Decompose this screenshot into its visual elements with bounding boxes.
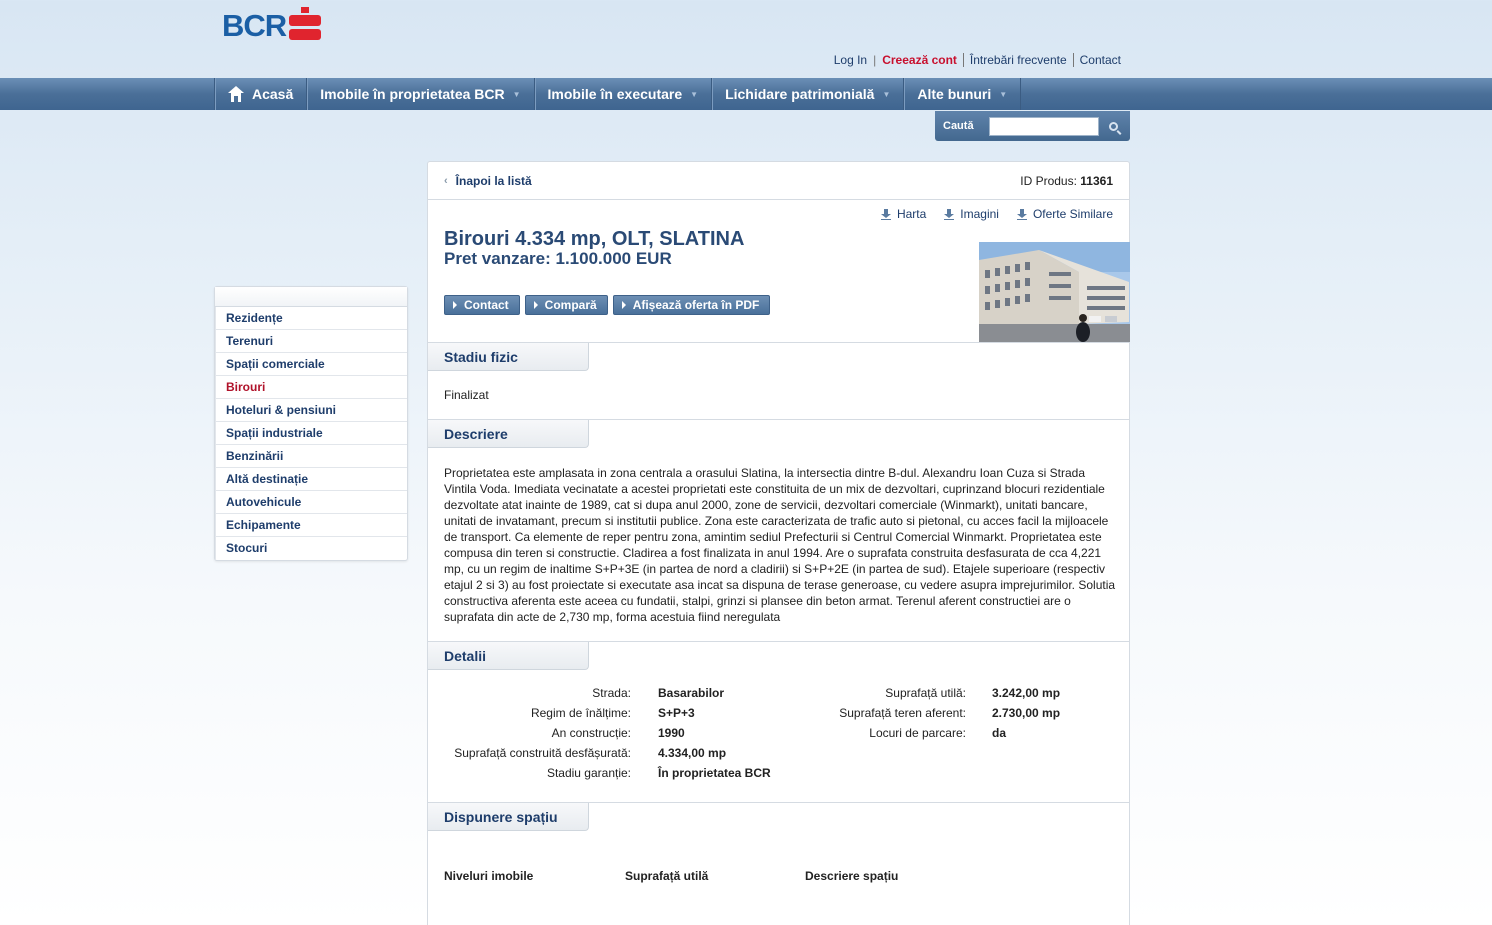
home-icon (228, 86, 244, 102)
section-title-dispunere: Dispunere spațiu (428, 803, 589, 831)
sidebar-item-benzinarii[interactable]: Benzinării (215, 445, 407, 468)
nav-item-label: Imobile în executare (547, 86, 683, 102)
sidebar-item-autovehicule[interactable]: Autovehicule (215, 491, 407, 514)
search-label: Caută (943, 120, 974, 132)
detail-value: S+P+3 (658, 706, 695, 720)
chevron-left-icon: ‹ (444, 174, 448, 187)
product-panel: ‹ Înapoi la listă ID Produs: 11361 Harta… (427, 161, 1130, 925)
stadiu-value: Finalizat (444, 388, 489, 402)
button-label: Afișează oferta în PDF (632, 298, 760, 312)
table-header-area: Suprafață utilă (625, 869, 709, 883)
detail-value: 3.242,00 mp (992, 686, 1061, 700)
description-text: Proprietatea este amplasata in zona cent… (444, 466, 1116, 624)
sidebar-item-rezidente[interactable]: Rezidențe (215, 307, 407, 330)
sidebar-item-spatii-industriale[interactable]: Spații industriale (215, 422, 407, 445)
nav-item-foreclosure[interactable]: Imobile în executare ▼ (535, 78, 713, 110)
table-header-levels: Niveluri imobile (444, 869, 534, 883)
download-icon (880, 208, 891, 220)
nav-item-label: Alte bunuri (917, 86, 992, 102)
chevron-down-icon: ▼ (882, 89, 891, 99)
tool-label: Harta (896, 207, 927, 221)
bcr-logo[interactable]: BCR (222, 6, 322, 46)
contact-button[interactable]: Contact (444, 295, 520, 315)
product-price: Pret vanzare: 1.100.000 EUR (444, 249, 672, 268)
section-title-descriere: Descriere (428, 420, 589, 448)
property-photo[interactable] (979, 242, 1130, 342)
button-label: Compară (544, 298, 597, 312)
pdf-button[interactable]: Afișează oferta în PDF (612, 295, 771, 315)
chevron-down-icon: ▼ (512, 89, 521, 99)
detail-value: 4.334,00 mp (658, 746, 727, 760)
detail-label: Suprafață construită desfășurată: (454, 746, 631, 760)
search-button[interactable] (1101, 114, 1125, 138)
table-header-description: Descriere spațiu (805, 869, 899, 883)
page-title: Birouri 4.334 mp, OLT, SLATINA (444, 228, 745, 250)
sidebar-item-stocuri[interactable]: Stocuri (215, 537, 407, 560)
detail-value: În proprietatea BCR (658, 766, 771, 780)
play-icon (453, 301, 457, 309)
sidebar-item-spatii-comerciale[interactable]: Spații comerciale (215, 353, 407, 376)
nav-item-label: Imobile în proprietatea BCR (320, 86, 505, 102)
play-icon (533, 301, 538, 309)
product-id: ID Produs: 11361 (1020, 174, 1113, 188)
sidebar-item-terenuri[interactable]: Terenuri (215, 330, 407, 353)
tool-label: Oferte Similare (1032, 207, 1113, 221)
product-actions: Contact Compară Afișează oferta în PDF (444, 295, 771, 315)
logo-text: BCR (222, 8, 287, 43)
back-to-list-link[interactable]: ‹ Înapoi la listă (444, 174, 532, 188)
back-label: Înapoi la listă (455, 173, 532, 188)
search-input[interactable] (989, 116, 1099, 136)
similar-offers-link[interactable]: Oferte Similare (1016, 207, 1113, 221)
detail-label: An construcție: (551, 726, 631, 740)
detail-label: Locuri de parcare: (869, 726, 966, 740)
product-id-label: ID Produs: (1020, 173, 1077, 188)
detail-label: Strada: (592, 686, 631, 700)
top-links: Log In | Creează cont Întrebări frecvent… (828, 53, 1127, 67)
back-row: ‹ Înapoi la listă ID Produs: 11361 (428, 162, 1129, 200)
search-box: Caută (935, 111, 1130, 141)
detail-value: da (992, 726, 1007, 740)
sidebar-item-echipamente[interactable]: Echipamente (215, 514, 407, 537)
chevron-down-icon: ▼ (999, 89, 1008, 99)
sidebar-header (215, 287, 407, 307)
faq-link[interactable]: Întrebări frecvente (964, 53, 1073, 67)
nav-item-label: Lichidare patrimonială (725, 86, 875, 102)
detail-value: 2.730,00 mp (992, 706, 1061, 720)
main-nav: Acasă Imobile în proprietatea BCR ▼ Imob… (0, 78, 1492, 110)
detail-label: Regim de înălțime: (530, 706, 631, 720)
login-link[interactable]: Log In (828, 53, 873, 67)
detail-value: Basarabilor (658, 686, 725, 700)
sidebar-item-alta-destinatie[interactable]: Altă destinație (215, 468, 407, 491)
detail-value: 1990 (658, 726, 685, 740)
nav-item-home[interactable]: Acasă (215, 78, 308, 110)
nav-item-bcr-properties[interactable]: Imobile în proprietatea BCR ▼ (307, 78, 535, 110)
sidebar-item-hoteluri[interactable]: Hoteluri & pensiuni (215, 399, 407, 422)
sidebar-item-birouri[interactable]: Birouri (215, 376, 407, 399)
button-label: Contact (464, 298, 509, 312)
category-sidebar: Rezidențe Terenuri Spații comerciale Bir… (214, 286, 408, 561)
nav-item-label: Acasă (252, 86, 294, 102)
create-account-link[interactable]: Creează cont (876, 53, 963, 67)
tool-label: Imagini (960, 207, 999, 221)
section-title-detalii: Detalii (428, 642, 589, 670)
section-title-stadiu: Stadiu fizic (428, 343, 589, 371)
search-icon (1108, 121, 1121, 135)
detail-label: Suprafață utilă: (885, 686, 966, 700)
detail-label: Suprafață teren aferent: (839, 706, 966, 720)
download-icon (1016, 208, 1027, 220)
nav-item-liquidation[interactable]: Lichidare patrimonială ▼ (712, 78, 905, 110)
map-link[interactable]: Harta (880, 207, 927, 221)
compare-button[interactable]: Compară (524, 295, 608, 315)
download-icon (944, 208, 955, 220)
detail-label: Stadiu garanție: (546, 766, 631, 780)
logo-mark-icon (289, 7, 322, 45)
play-icon (621, 301, 626, 309)
product-tools: Harta Imagini Oferte Similare (880, 207, 1113, 221)
nav-item-other-assets[interactable]: Alte bunuri ▼ (904, 78, 1022, 110)
images-link[interactable]: Imagini (944, 207, 999, 221)
product-id-value: 11361 (1080, 173, 1113, 188)
chevron-down-icon: ▼ (690, 89, 699, 99)
contact-link[interactable]: Contact (1074, 53, 1127, 67)
